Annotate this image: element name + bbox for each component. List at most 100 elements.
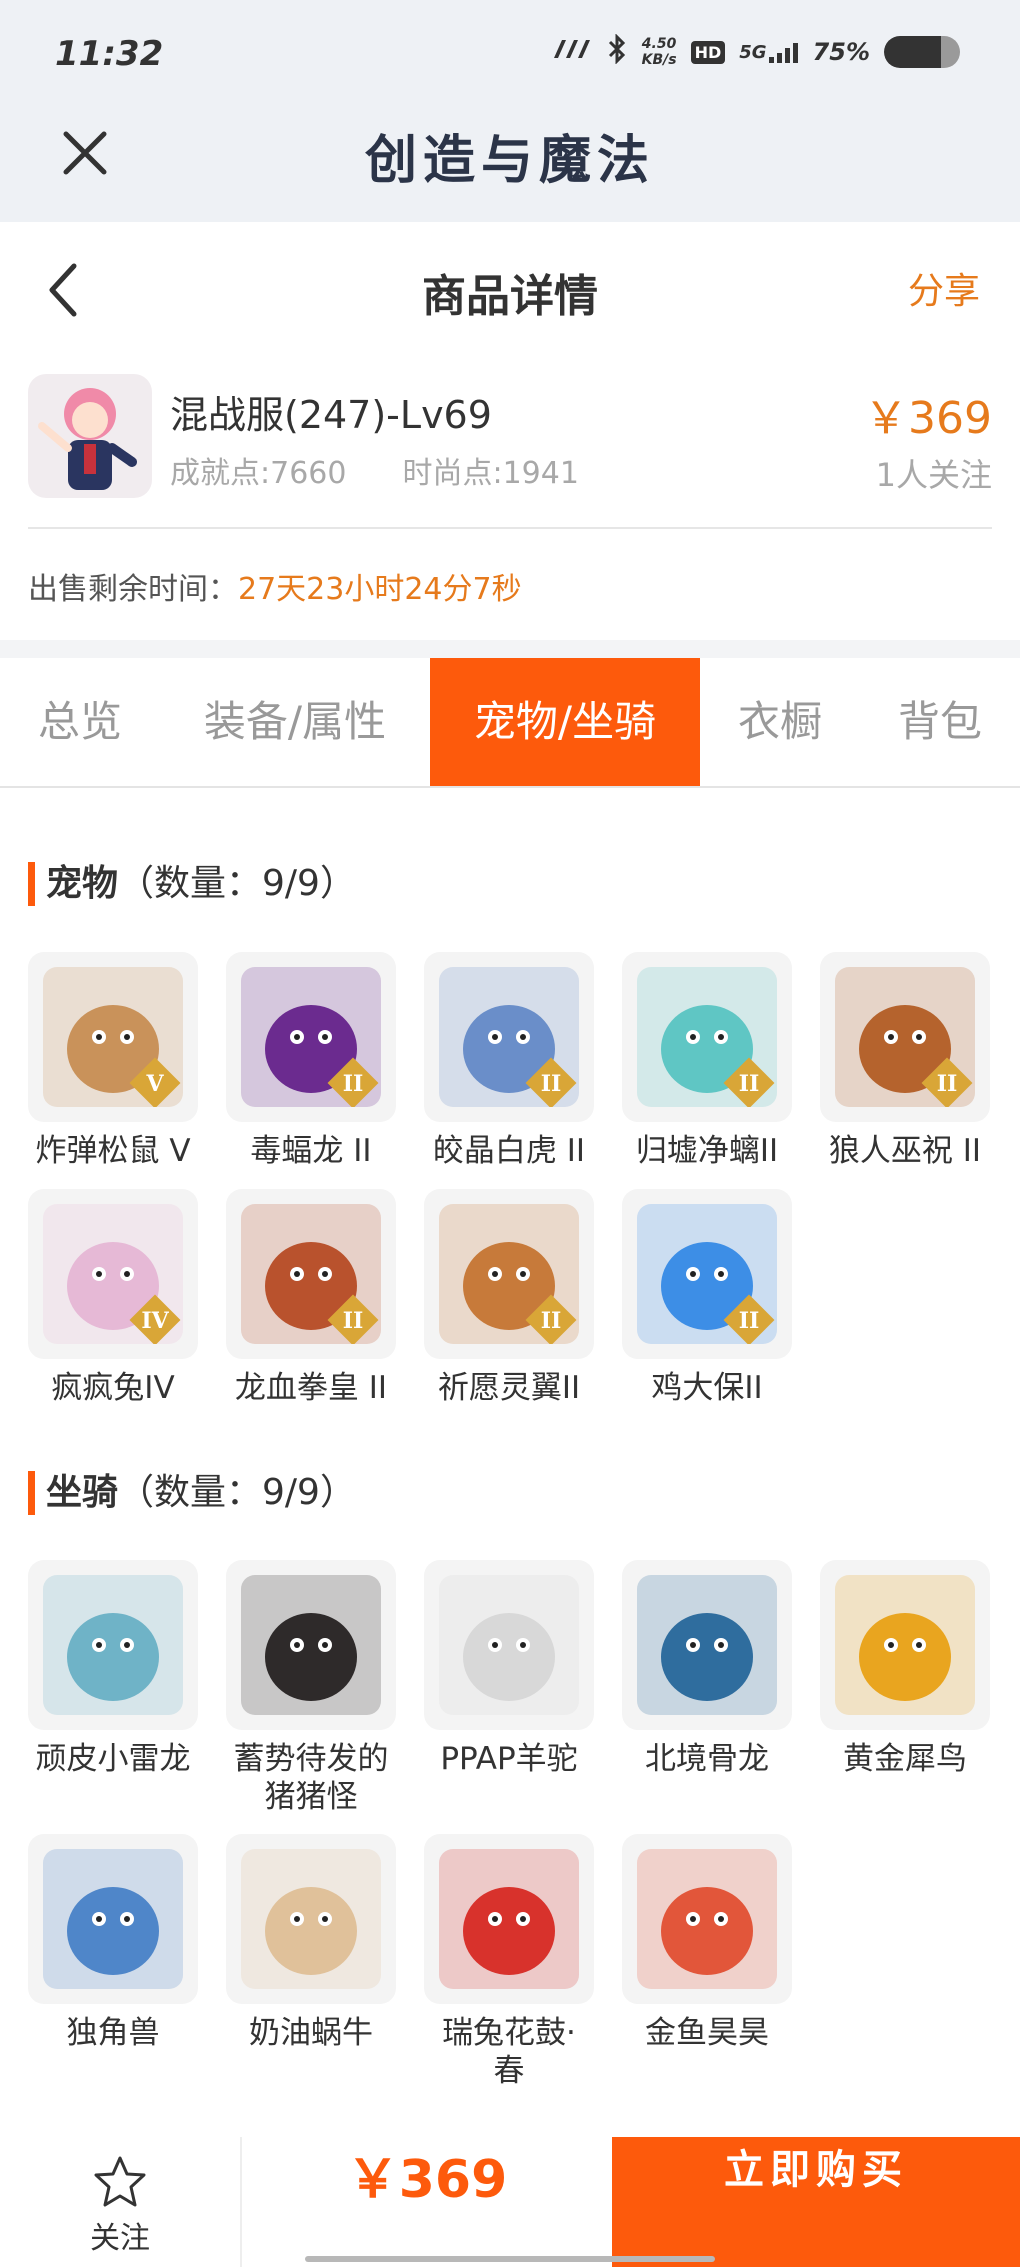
fashion-points: 时尚点:1941	[402, 456, 579, 491]
product-info[interactable]: 混战服(247)-Lv69 成就点:7660 时尚点:1941 ￥369 1人关注	[28, 374, 992, 524]
svg-text:II: II	[739, 1071, 760, 1097]
pet-item[interactable]: II 祈愿灵翼II	[424, 1189, 594, 1407]
tab-bar: 总览 装备/属性 宠物/坐骑 衣橱 背包	[0, 658, 1020, 788]
svg-text:IV: IV	[141, 1308, 169, 1334]
mount-name: 奶油蜗牛	[249, 2015, 373, 2051]
share-button[interactable]: 分享	[908, 262, 980, 314]
sale-time-value: 27天23小时24分7秒	[238, 572, 522, 607]
star-icon	[94, 2156, 146, 2207]
battery-icon	[884, 36, 960, 68]
mounts-section-title: 坐骑（数量：9/9）	[28, 1471, 356, 1515]
mount-item[interactable]: 北境骨龙	[622, 1560, 792, 1778]
mount-name: 北境骨龙	[645, 1741, 769, 1777]
mount-item[interactable]: 瑞兔花鼓· 春	[424, 1834, 594, 2090]
pet-item[interactable]: II 鸡大保II	[622, 1189, 792, 1407]
mount-thumbnail	[226, 1560, 396, 1730]
page-title: 商品详情	[422, 271, 598, 322]
status-time: 11:32	[55, 34, 164, 74]
signal-icon	[552, 38, 592, 66]
svg-text:V: V	[145, 1071, 164, 1097]
pet-thumbnail: II	[226, 952, 396, 1122]
svg-text:II: II	[739, 1308, 760, 1334]
mount-item[interactable]: 奶油蜗牛	[226, 1834, 396, 2052]
mount-thumbnail	[622, 1834, 792, 2004]
mount-name: 蓄势待发的	[233, 1741, 389, 1777]
network-indicator: 5G	[739, 42, 798, 63]
pet-thumbnail: II	[820, 952, 990, 1122]
pet-name: 炸弹松鼠 V	[35, 1133, 191, 1169]
pet-item[interactable]: II 狼人巫祝 II	[820, 952, 990, 1170]
pet-item[interactable]: II 归墟净螭II	[622, 952, 792, 1170]
bottom-price: ￥369	[346, 2150, 508, 2210]
mount-thumbnail	[424, 1834, 594, 2004]
pet-name: 鸡大保II	[651, 1370, 763, 1406]
pet-thumbnail: II	[622, 952, 792, 1122]
tab-overview[interactable]: 总览	[0, 658, 160, 786]
mount-thumbnail	[226, 1834, 396, 2004]
tab-equipment[interactable]: 装备/属性	[160, 658, 430, 786]
pet-thumbnail: IV	[28, 1189, 198, 1359]
pet-name: 祈愿灵翼II	[437, 1370, 581, 1406]
pet-thumbnail: II	[424, 952, 594, 1122]
tab-pets-mounts[interactable]: 宠物/坐骑	[430, 658, 700, 786]
buy-now-button[interactable]: 立即购买	[612, 2137, 1020, 2267]
mount-item[interactable]: PPAP羊驼	[424, 1560, 594, 1778]
net-speed: 4.50 KB/s	[641, 36, 677, 68]
pets-section-title: 宠物（数量：9/9）	[28, 862, 356, 906]
pet-item[interactable]: V 炸弹松鼠 V	[28, 952, 198, 1170]
pet-item[interactable]: II 毒蝠龙 II	[226, 952, 396, 1170]
pet-name: 皎晶白虎 II	[432, 1133, 586, 1169]
mount-item[interactable]: 黄金犀鸟	[820, 1560, 990, 1778]
pet-name: 狼人巫祝 II	[828, 1133, 982, 1169]
pet-item[interactable]: IV 疯疯兔IV	[28, 1189, 198, 1407]
divider	[28, 527, 992, 529]
achievement-points: 成就点:7660	[170, 456, 347, 491]
svg-text:II: II	[541, 1308, 562, 1334]
svg-text:II: II	[541, 1071, 562, 1097]
status-bar: 11:32 4.50 KB/s HD 5G 75%	[0, 0, 1020, 110]
pet-thumbnail: V	[28, 952, 198, 1122]
mount-thumbnail	[424, 1560, 594, 1730]
svg-text:II: II	[343, 1308, 364, 1334]
mount-name: 顽皮小雷龙	[35, 1741, 191, 1777]
home-indicator	[305, 2256, 715, 2262]
mount-thumbnail	[622, 1560, 792, 1730]
svg-text:II: II	[937, 1071, 958, 1097]
mount-name: 黄金犀鸟	[843, 1741, 967, 1777]
mount-item[interactable]: 独角兽	[28, 1834, 198, 2052]
follow-label: 关注	[90, 2221, 150, 2256]
pet-name: 毒蝠龙 II	[250, 1133, 372, 1169]
nav-row: 商品详情 分享	[0, 222, 1020, 352]
detail-content: 总览 装备/属性 宠物/坐骑 衣橱 背包 宠物（数量：9/9） V 炸弹松鼠 V I…	[0, 658, 1020, 2138]
mount-name: 独角兽	[66, 2015, 160, 2051]
product-stats: 成就点:7660 时尚点:1941	[170, 448, 579, 492]
mount-item[interactable]: 金鱼昊昊	[622, 1834, 792, 2052]
mount-name: PPAP羊驼	[440, 1741, 578, 1777]
app-title: 创造与魔法	[364, 130, 655, 191]
pet-item[interactable]: II 龙血拳皇 II	[226, 1189, 396, 1407]
pet-item[interactable]: II 皎晶白虎 II	[424, 952, 594, 1170]
bluetooth-icon	[606, 33, 628, 70]
follow-button[interactable]: 关注	[0, 2137, 242, 2267]
pets-count: （数量：9/9）	[118, 863, 356, 904]
mount-thumbnail	[820, 1560, 990, 1730]
follower-count: 1人关注	[875, 456, 992, 494]
product-card: 商品详情 分享 混战服(247)-Lv69 成就点:7660 时尚点:1941 ￥…	[0, 222, 1020, 640]
tab-wardrobe[interactable]: 衣橱	[700, 658, 860, 786]
mount-name-line2: 猪猪怪	[264, 1779, 358, 1815]
mount-name-line2: 春	[493, 2053, 525, 2089]
mount-name: 金鱼昊昊	[645, 2015, 769, 2051]
battery-percent: 75%	[812, 38, 870, 66]
pet-name: 龙血拳皇 II	[234, 1370, 388, 1406]
mount-thumbnail	[28, 1834, 198, 2004]
status-icons: 4.50 KB/s HD 5G 75%	[552, 33, 960, 70]
pet-name: 归墟净螭II	[635, 1133, 779, 1169]
character-avatar	[28, 374, 152, 498]
mount-name: 瑞兔花鼓·	[442, 2015, 576, 2051]
mount-item[interactable]: 顽皮小雷龙	[28, 1560, 198, 1778]
cell-signal-icon	[768, 42, 798, 63]
bottom-bar: 关注 ￥369 立即购买	[0, 2137, 1020, 2267]
hd-badge: HD	[690, 40, 726, 64]
mount-item[interactable]: 蓄势待发的 猪猪怪	[226, 1560, 396, 1816]
tab-backpack[interactable]: 背包	[860, 658, 1020, 786]
